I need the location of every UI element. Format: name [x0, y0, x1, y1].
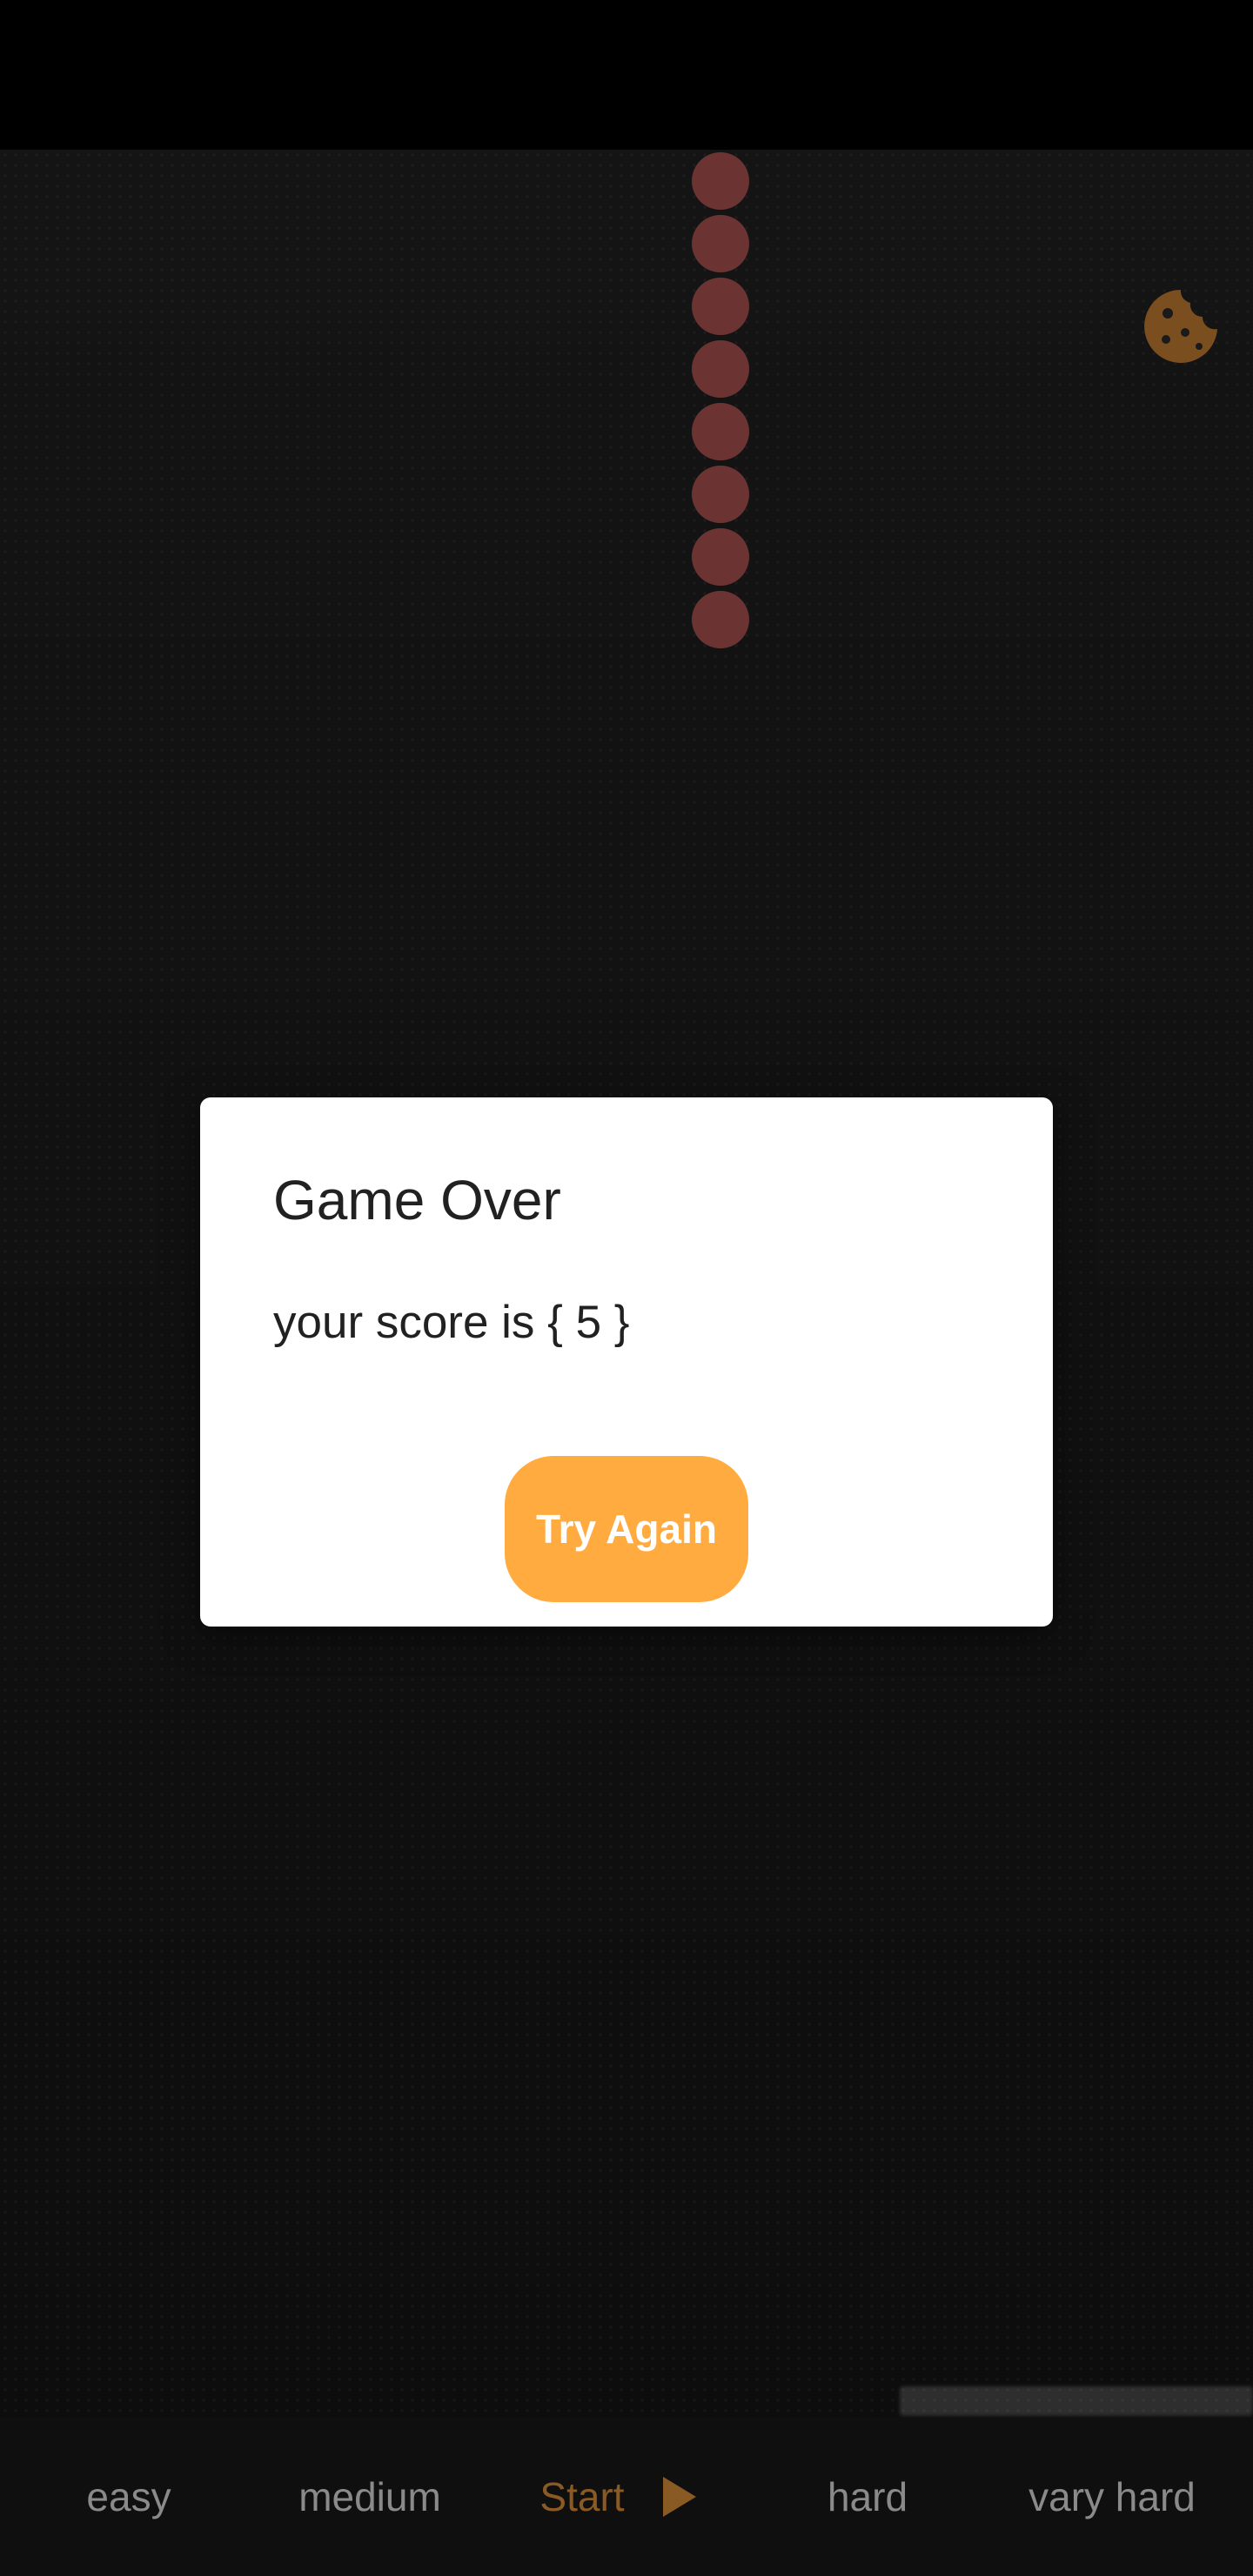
- try-again-button[interactable]: Try Again: [505, 1456, 748, 1602]
- nav-medium[interactable]: medium: [277, 2418, 463, 2576]
- snake-segment: [692, 528, 749, 586]
- game-over-dialog: Game Over your score is { 5 } Try Again: [200, 1097, 1053, 1627]
- nav-easy[interactable]: easy: [52, 2418, 205, 2576]
- nav-hard[interactable]: hard: [799, 2418, 936, 2576]
- snake-segment: [692, 403, 749, 460]
- status-bar: [0, 0, 1253, 150]
- snake-segment: [692, 466, 749, 523]
- score-message: your score is { 5 }: [273, 1297, 630, 1348]
- nav-easy-label: easy: [86, 2474, 171, 2519]
- cookie-icon: [1142, 287, 1220, 366]
- nav-very-hard[interactable]: vary hard: [1001, 2418, 1223, 2576]
- nav-start[interactable]: Start: [522, 2418, 714, 2576]
- dialog-title: Game Over: [273, 1169, 561, 1231]
- snake-segment: [692, 591, 749, 648]
- snake-segment: [692, 152, 749, 210]
- nav-start-label: Start: [539, 2474, 625, 2519]
- nav-very-hard-label: vary hard: [1029, 2474, 1196, 2519]
- snake-segment: [692, 215, 749, 272]
- snake-segment: [692, 278, 749, 335]
- watermark: [900, 2386, 1253, 2416]
- nav-medium-label: medium: [298, 2474, 441, 2519]
- nav-hard-label: hard: [827, 2474, 908, 2519]
- play-icon: [662, 2477, 696, 2517]
- bottom-nav: easy medium Start hard vary hard: [0, 2418, 1253, 2576]
- snake-segment: [692, 340, 749, 398]
